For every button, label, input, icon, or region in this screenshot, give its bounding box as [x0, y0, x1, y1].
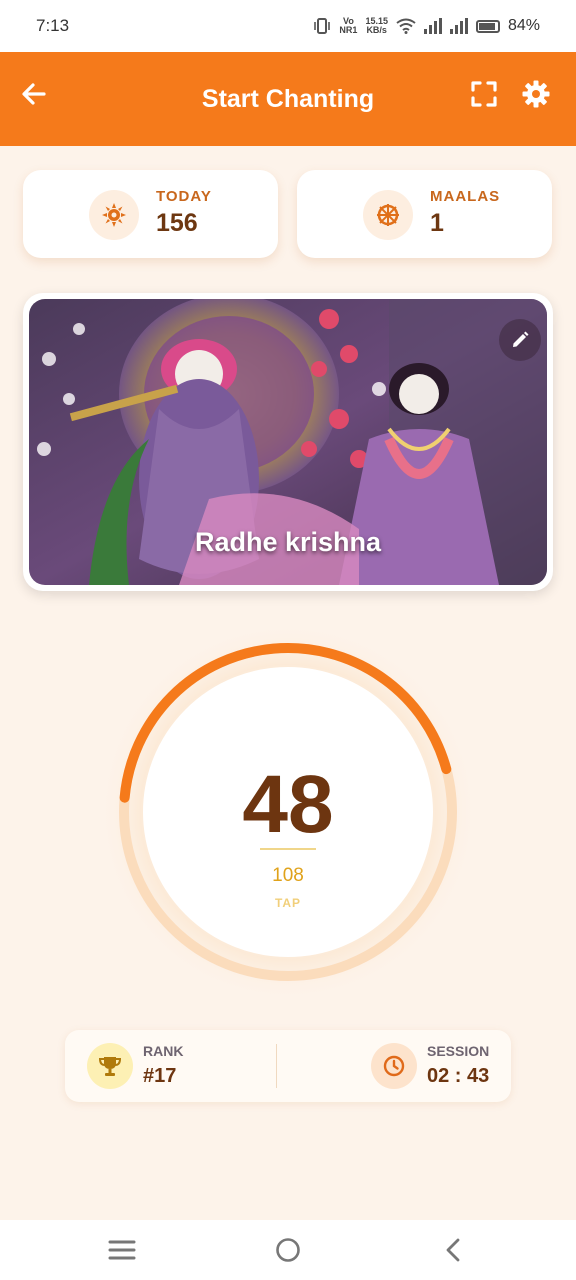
maalas-card: MAALAS 1: [297, 170, 552, 258]
edit-image-button[interactable]: [499, 319, 541, 361]
target-value: 108: [272, 865, 304, 886]
chant-counter[interactable]: 48 108 TAP: [96, 620, 480, 1004]
menu-icon[interactable]: [107, 1236, 137, 1264]
net-speed: 15.15 KB/s: [365, 16, 388, 35]
gear-icon[interactable]: [521, 79, 551, 109]
pencil-icon: [513, 331, 529, 347]
trophy-icon: [98, 1057, 122, 1076]
page-title: Start Chanting: [201, 84, 375, 113]
status-time: 7:13: [36, 16, 70, 35]
deity-image: Radhe krishna: [29, 299, 547, 585]
rank-value: #17: [143, 1065, 177, 1087]
chevron-left-icon[interactable]: [439, 1236, 469, 1264]
home-circle-icon[interactable]: [273, 1236, 303, 1264]
rank-icon-circle: [87, 1043, 133, 1089]
today-icon-circle: [89, 190, 139, 240]
info-divider: [276, 1044, 277, 1088]
deity-caption: Radhe krishna: [194, 527, 382, 557]
system-nav-bar: [0, 1220, 576, 1280]
volte-indicator: Vo NR1: [339, 16, 358, 35]
count-value: 48: [242, 759, 334, 850]
deity-image-card[interactable]: Radhe krishna: [23, 293, 553, 591]
session-value: 02 : 43: [427, 1065, 490, 1087]
app-bar: Start Chanting: [0, 52, 576, 146]
battery-percent: 84%: [507, 17, 540, 34]
counter-divider: [260, 848, 316, 850]
signal-icon: [423, 18, 442, 34]
today-value: 156: [156, 209, 198, 237]
fullscreen-icon[interactable]: [470, 80, 498, 108]
rank-session-panel: RANK #17 SESSION 02 : 43: [65, 1030, 511, 1102]
status-icons: Vo NR1 15.15 KB/s 84%: [313, 17, 540, 35]
session-label: SESSION: [427, 1043, 490, 1059]
today-card: TODAY 156: [23, 170, 278, 258]
maalas-label: MAALAS: [430, 188, 501, 205]
maalas-value: 1: [430, 209, 444, 237]
tap-label: TAP: [274, 896, 302, 910]
maalas-icon-circle: [363, 190, 413, 240]
wifi-icon: [396, 18, 416, 34]
vibrate-icon: [314, 18, 331, 34]
sun-icon: [102, 203, 126, 227]
dharma-wheel-icon: [377, 204, 399, 226]
clock-icon: [383, 1055, 405, 1077]
today-label: TODAY: [156, 188, 212, 205]
status-bar: 7:13 Vo NR1 15.15 KB/s 84%: [0, 0, 576, 52]
battery-icon: [475, 19, 500, 33]
arrow-left-icon[interactable]: [20, 80, 48, 108]
session-icon-circle: [371, 1043, 417, 1089]
rank-label: RANK: [143, 1043, 184, 1059]
signal-icon-2: [449, 18, 468, 34]
